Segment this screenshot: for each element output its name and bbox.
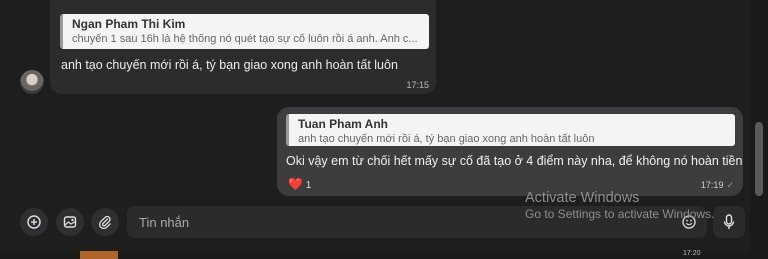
microphone-icon bbox=[723, 214, 735, 229]
quoted-reply[interactable]: Tuan Pham Anh anh tạo chuyến mới rồi á, … bbox=[286, 114, 735, 146]
composer-bar bbox=[0, 200, 750, 247]
add-button[interactable] bbox=[20, 208, 48, 236]
message-text: anh tạo chuyến mới rồi á, tý bạn giao xo… bbox=[61, 58, 398, 72]
message-input[interactable] bbox=[137, 213, 661, 231]
scrollbar-thumb[interactable] bbox=[755, 122, 763, 196]
quoted-author: Ngan Pham Thi Kim bbox=[72, 17, 186, 31]
quoted-author: Tuan Pham Anh bbox=[298, 117, 388, 131]
image-icon bbox=[63, 216, 77, 228]
quoted-text: chuyến 1 sau 16h là hệ thống nó quét tạo… bbox=[72, 33, 418, 45]
reaction-badge[interactable]: ❤️ 1 bbox=[288, 177, 311, 191]
taskbar-clock: 17:20 bbox=[683, 250, 701, 257]
scrollbar[interactable] bbox=[750, 0, 768, 259]
quoted-text: anh tạo chuyến mới rồi á, tý bạn giao xo… bbox=[298, 133, 595, 145]
attach-button[interactable] bbox=[91, 208, 119, 236]
image-button[interactable] bbox=[56, 208, 84, 236]
message-time: 17:19 ✓ bbox=[701, 180, 734, 191]
message-input-container bbox=[127, 206, 707, 238]
paperclip-icon bbox=[99, 215, 111, 229]
quoted-reply[interactable]: Ngan Pham Thi Kim chuyến 1 sau 16h là hệ… bbox=[60, 14, 429, 49]
microphone-button[interactable] bbox=[713, 206, 745, 238]
reaction-count: 1 bbox=[305, 180, 312, 191]
heart-icon: ❤️ bbox=[288, 177, 303, 191]
emoji-icon bbox=[682, 215, 696, 229]
outgoing-message-bubble[interactable]: Tuan Pham Anh anh tạo chuyến mới rồi á, … bbox=[277, 107, 743, 196]
plus-circle-icon bbox=[27, 215, 41, 229]
message-time: 17:15 bbox=[406, 80, 429, 90]
incoming-message-bubble[interactable]: Ngan Pham Thi Kim chuyến 1 sau 16h là hệ… bbox=[50, 0, 436, 94]
chat-area: Ngan Pham Thi Kim chuyến 1 sau 16h là hệ… bbox=[0, 0, 750, 200]
sent-check-icon: ✓ bbox=[726, 180, 734, 190]
message-time-text: 17:19 bbox=[700, 180, 724, 190]
taskbar-app-icon[interactable] bbox=[80, 251, 118, 259]
emoji-button[interactable] bbox=[679, 212, 699, 232]
message-text: Oki vậy em từ chối hết mấy sự cố đã tạo … bbox=[286, 154, 743, 168]
avatar[interactable] bbox=[20, 70, 44, 94]
